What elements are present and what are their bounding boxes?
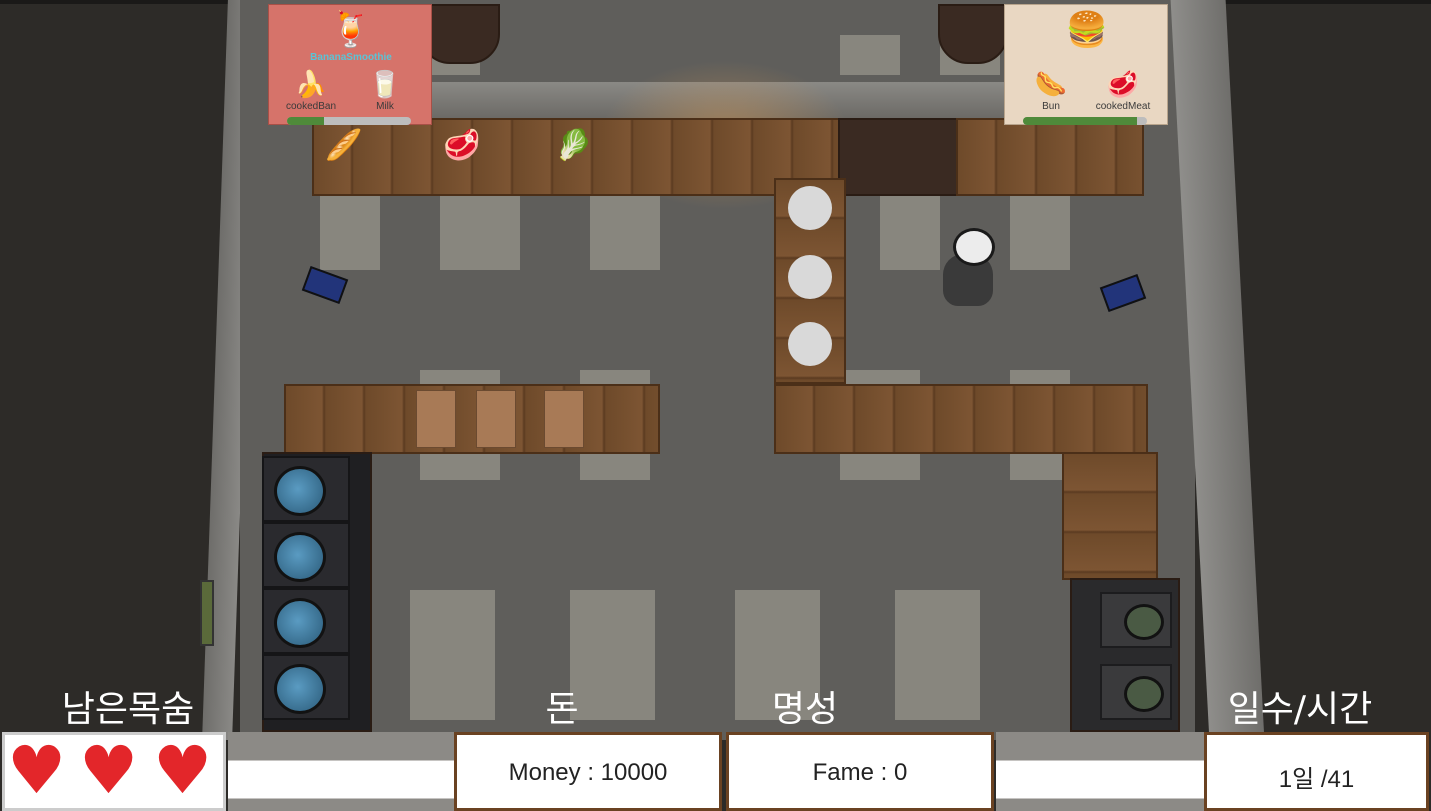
dark-counter[interactable] [838, 118, 958, 196]
pot-icon[interactable] [274, 664, 326, 714]
smoothie-icon: 🍹 [329, 10, 373, 50]
order-card-2: 🍔 🌭 Bun 🥩 cookedMeat [1004, 4, 1168, 125]
day-time-label: 일수/시간 [1227, 689, 1373, 730]
stove-2[interactable] [262, 522, 350, 588]
lives-label: 남은목숨 [61, 689, 195, 730]
lettuce-icon[interactable]: 🥬 [555, 128, 592, 164]
stove-1[interactable] [262, 456, 350, 522]
bun-icon: 🌭 [1034, 70, 1068, 100]
heart-icon: ♥ [153, 732, 213, 809]
plate-3[interactable] [788, 322, 832, 366]
banana-icon: 🍌 [294, 70, 328, 100]
order-timer-fill [1023, 117, 1138, 125]
ingredient-label: cookedMeat [1095, 101, 1151, 112]
money-panel: Money : 10000 [454, 732, 722, 811]
pan-stove-2[interactable] [1100, 664, 1172, 720]
door-right [938, 4, 1008, 64]
pot-icon[interactable] [274, 532, 326, 582]
chef-head [953, 228, 995, 266]
cutting-board-1[interactable] [416, 390, 456, 448]
ingredient-label: Milk [376, 101, 394, 112]
order-timer-fill [287, 117, 325, 125]
meat-icon[interactable]: 🥩 [443, 128, 480, 164]
lives-panel: ♥ ♥ ♥ [2, 732, 226, 811]
chef-character[interactable] [935, 222, 1005, 312]
fame-label: 명성 [771, 689, 839, 730]
order-card-1: 🍹 BananaSmoothie 🍌 cookedBan 🥛 Milk [268, 4, 432, 125]
hud-spacer-left [228, 732, 454, 811]
stove-4[interactable] [262, 654, 350, 720]
fame-panel: Fame : 0 [726, 732, 994, 811]
order-ingredient: 🥩 cookedMeat [1093, 69, 1153, 113]
order-timer-bar [1023, 117, 1147, 125]
day-time-panel: 1일 /41 [1204, 732, 1429, 811]
hud-spacer-right [996, 732, 1204, 811]
serving-counter[interactable] [956, 118, 1144, 196]
ingredient-label: cookedBan [285, 101, 337, 112]
cutting-board-2[interactable] [476, 390, 516, 448]
bread-icon[interactable]: 🥖 [325, 128, 362, 164]
order-ingredient: 🍌 cookedBan [281, 69, 341, 113]
pan-stove-1[interactable] [1100, 592, 1172, 648]
order-ingredient: 🌭 Bun [1021, 69, 1081, 113]
plate-1[interactable] [788, 186, 832, 230]
pan-icon[interactable] [1124, 676, 1164, 712]
fame-value: Fame : 0 [812, 759, 908, 786]
stove-3[interactable] [262, 588, 350, 654]
plate-2[interactable] [788, 255, 832, 299]
pan-icon[interactable] [1124, 604, 1164, 640]
order-dish-name: BananaSmoothie [310, 52, 392, 63]
meat-icon: 🥩 [1106, 70, 1140, 100]
heart-icon: ♥ [7, 732, 67, 809]
cutting-board-3[interactable] [544, 390, 584, 448]
order-ingredient: 🥛 Milk [355, 69, 415, 113]
ingredient-label: Bun [1042, 101, 1060, 112]
wall-handle [200, 580, 214, 646]
pot-icon[interactable] [274, 598, 326, 648]
day-time-value: 1일 /41 [1278, 766, 1355, 793]
milk-icon: 🥛 [368, 70, 402, 100]
order-timer-bar [287, 117, 411, 125]
right-vertical-counter[interactable] [1062, 452, 1158, 580]
right-counter[interactable] [774, 384, 1148, 454]
money-value: Money : 10000 [508, 759, 668, 786]
money-label: 돈 [545, 689, 579, 730]
cutting-counter[interactable] [284, 384, 660, 454]
heart-icon: ♥ [79, 732, 139, 809]
pot-icon[interactable] [274, 466, 326, 516]
burger-icon: 🍔 [1065, 10, 1109, 50]
